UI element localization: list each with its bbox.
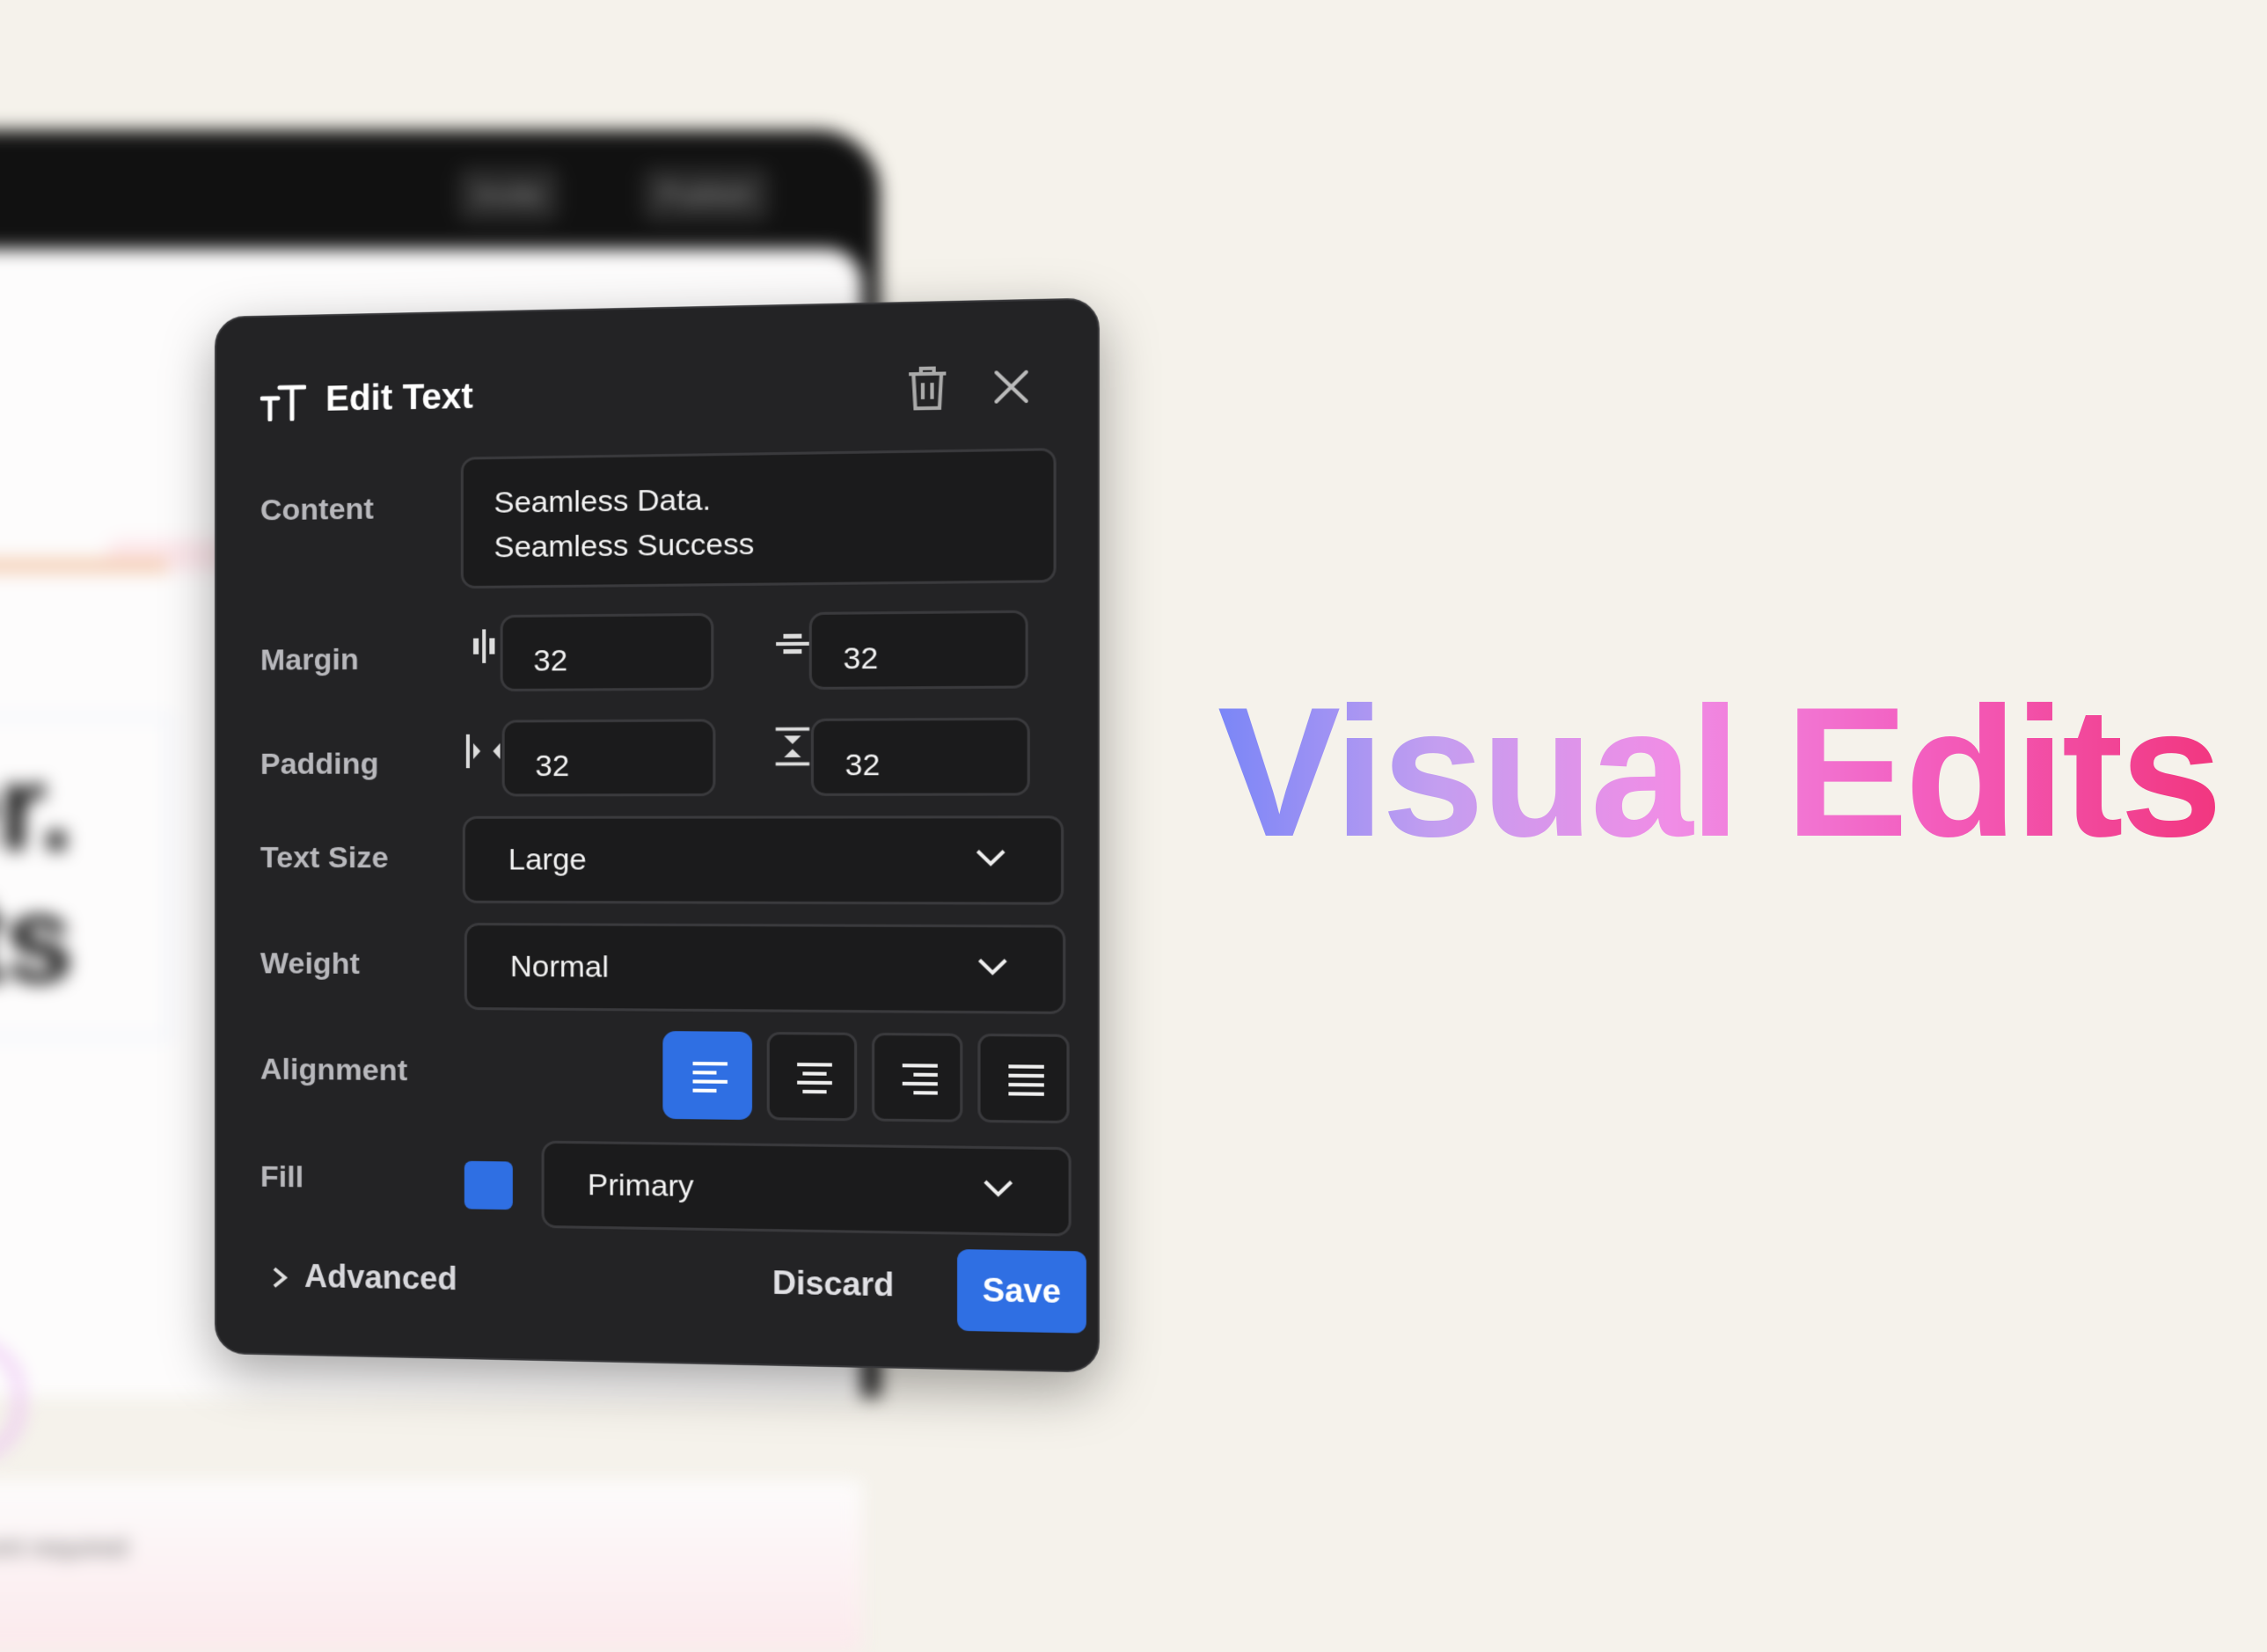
weight-select[interactable]: Normal: [464, 923, 1066, 1014]
align-right-button[interactable]: [872, 1032, 963, 1122]
chevron-down-icon: [975, 847, 1006, 867]
background-headline: er. lts: [0, 742, 74, 1005]
background-headline-line1: er.: [0, 738, 74, 876]
advanced-toggle[interactable]: Advanced: [271, 1257, 457, 1297]
align-left-button[interactable]: [662, 1031, 753, 1121]
padding-vertical-icon: [772, 726, 813, 767]
advanced-label: Advanced: [303, 1257, 457, 1297]
chevron-right-icon: [271, 1267, 289, 1290]
trash-icon[interactable]: [905, 364, 950, 412]
content-textarea[interactable]: Seamless Data. Seamless Success: [460, 448, 1057, 589]
chevron-down-icon: [976, 956, 1008, 976]
background-headline-line2: lts: [0, 870, 74, 1008]
margin-vertical-input[interactable]: 32: [808, 610, 1028, 691]
background-footer-fade: [0, 1480, 862, 1652]
background-toolbar: Invite Publish: [0, 130, 880, 245]
align-center-icon: [795, 1060, 834, 1098]
background-invite-button: Invite: [457, 167, 560, 222]
weight-label: Weight: [260, 947, 361, 981]
fill-value: Primary: [587, 1167, 694, 1204]
text-size-label: Text Size: [260, 841, 389, 875]
background-footnote: ...ent required: [0, 1533, 128, 1562]
fill-select[interactable]: Primary: [541, 1140, 1071, 1237]
background-publish-button: Publish: [642, 167, 770, 222]
visual-edits-headline: Visual Edits: [1218, 658, 2223, 887]
fill-label: Fill: [260, 1159, 304, 1195]
align-right-icon: [901, 1061, 940, 1100]
close-icon[interactable]: [991, 367, 1032, 407]
content-label: Content: [260, 492, 374, 528]
text-size-icon: [260, 382, 306, 421]
align-justify-icon: [1006, 1062, 1046, 1100]
margin-horizontal-input[interactable]: 32: [500, 612, 714, 692]
alignment-label: Alignment: [260, 1052, 408, 1088]
margin-horizontal-icon: [473, 625, 495, 667]
save-button[interactable]: Save: [957, 1249, 1086, 1334]
align-justify-button[interactable]: [977, 1033, 1070, 1124]
margin-vertical-icon: [774, 633, 811, 654]
chevron-down-icon: [983, 1178, 1014, 1198]
text-size-select[interactable]: Large: [462, 815, 1064, 905]
panel-title: Edit Text: [325, 376, 473, 419]
content-line-2: Seamless Success: [494, 527, 755, 565]
panel-header: Edit Text: [260, 355, 1050, 441]
margin-label: Margin: [260, 642, 359, 677]
fill-color-swatch[interactable]: [464, 1160, 513, 1210]
text-size-value: Large: [508, 843, 587, 877]
background-accent-bar: [0, 559, 167, 573]
discard-button[interactable]: Discard: [772, 1264, 894, 1305]
edit-text-panel: Edit Text Content Seamless Data. Seamles…: [215, 297, 1100, 1373]
background-ring: [0, 1340, 23, 1459]
content-line-1: Seamless Data.: [494, 482, 712, 520]
align-left-icon: [691, 1059, 729, 1097]
padding-label: Padding: [260, 747, 379, 781]
weight-value: Normal: [509, 949, 610, 984]
padding-horizontal-input[interactable]: 32: [501, 719, 716, 797]
align-center-button[interactable]: [766, 1031, 858, 1122]
padding-vertical-input[interactable]: 32: [810, 717, 1030, 796]
